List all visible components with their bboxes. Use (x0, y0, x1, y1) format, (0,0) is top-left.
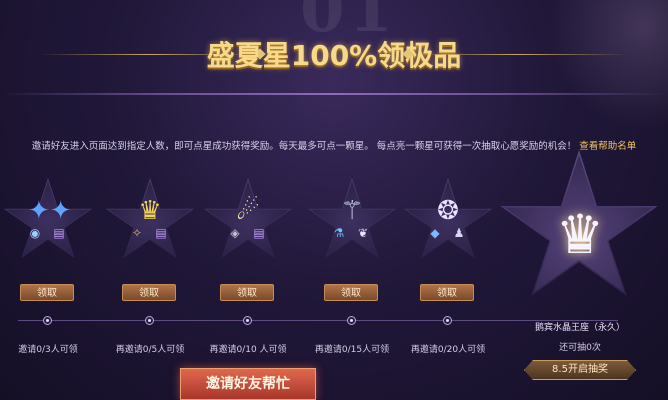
section-divider (0, 93, 668, 95)
reward-star-4: ⚚ ⚗ ❦ (306, 178, 398, 266)
mirror-icon: ❂ (437, 196, 459, 226)
figure-icon: ♟ (453, 226, 465, 240)
claim-button-4[interactable]: 领取 (324, 284, 378, 301)
car-icon: ◈ (230, 226, 240, 240)
reward-star-1: ✦✦ ◉ ▤ (2, 178, 94, 266)
requirement-label-4: 再邀请0/15人可领 (314, 345, 390, 355)
invite-friends-button[interactable]: 邀请好友帮忙 (180, 368, 316, 400)
swan-throne-icon: ♛ (555, 203, 605, 266)
claim-button-1[interactable]: 领取 (20, 284, 74, 301)
reward-star-3: ☄ ◈ ▤ (202, 178, 294, 266)
wand-icon: ✧ (131, 226, 143, 240)
lottery-button[interactable]: 8.5开启抽奖 (524, 360, 636, 380)
scepter-icon: ⚚ (340, 196, 364, 226)
reward-star-5: ❂ ◆ ♟ (402, 178, 494, 266)
claim-button-2[interactable]: 领取 (122, 284, 176, 301)
requirement-label-2: 再邀请0/5人可领 (115, 345, 185, 355)
golden-crown-icon: ♛ (138, 196, 162, 226)
ticket-icon: ▤ (155, 226, 167, 240)
progress-node-3 (243, 316, 252, 325)
requirement-label-3: 再邀请0/10 人可领 (209, 345, 287, 355)
title-line-right (408, 54, 628, 55)
help-list-link[interactable]: 查看帮助名单 (579, 141, 636, 152)
progress-node-5 (443, 316, 452, 325)
ticket-icon: ▤ (53, 226, 65, 240)
potion-icon: ⚗ (333, 226, 345, 240)
requirement-label-1: 邀请0/3人可领 (18, 345, 78, 355)
claim-button-3[interactable]: 领取 (220, 284, 274, 301)
candy-icon: ◉ (29, 226, 41, 240)
claim-button-5[interactable]: 领取 (420, 284, 474, 301)
instructions-text: 邀请好友进入页面达到指定人数，即可点星成功获得奖励。每天最多可点一颗星。 每点亮… (31, 141, 577, 152)
ticket-icon: ▤ (253, 226, 265, 240)
progress-node-4 (347, 316, 356, 325)
draws-remaining: 还可抽0次 (559, 343, 601, 353)
reward-star-2: ♛ ✧ ▤ (104, 178, 196, 266)
vehicle-icon: ◆ (430, 226, 440, 240)
instructions: 邀请好友进入页面达到指定人数，即可点星成功获得奖励。每天最多可点一颗星。 每点亮… (0, 138, 668, 152)
comet-icon: ☄ (236, 196, 260, 226)
star-glasses-icon: ✦✦ (28, 196, 72, 226)
progress-node-1 (43, 316, 52, 325)
wings-icon: ❦ (357, 226, 369, 240)
grand-prize-name: 鹅宾水晶王座（永久） (534, 323, 625, 333)
progress-node-2 (145, 316, 154, 325)
title-banner: 盛夏星100%领极品 (0, 30, 668, 80)
requirement-label-5: 再邀请0/20人可领 (410, 345, 486, 355)
